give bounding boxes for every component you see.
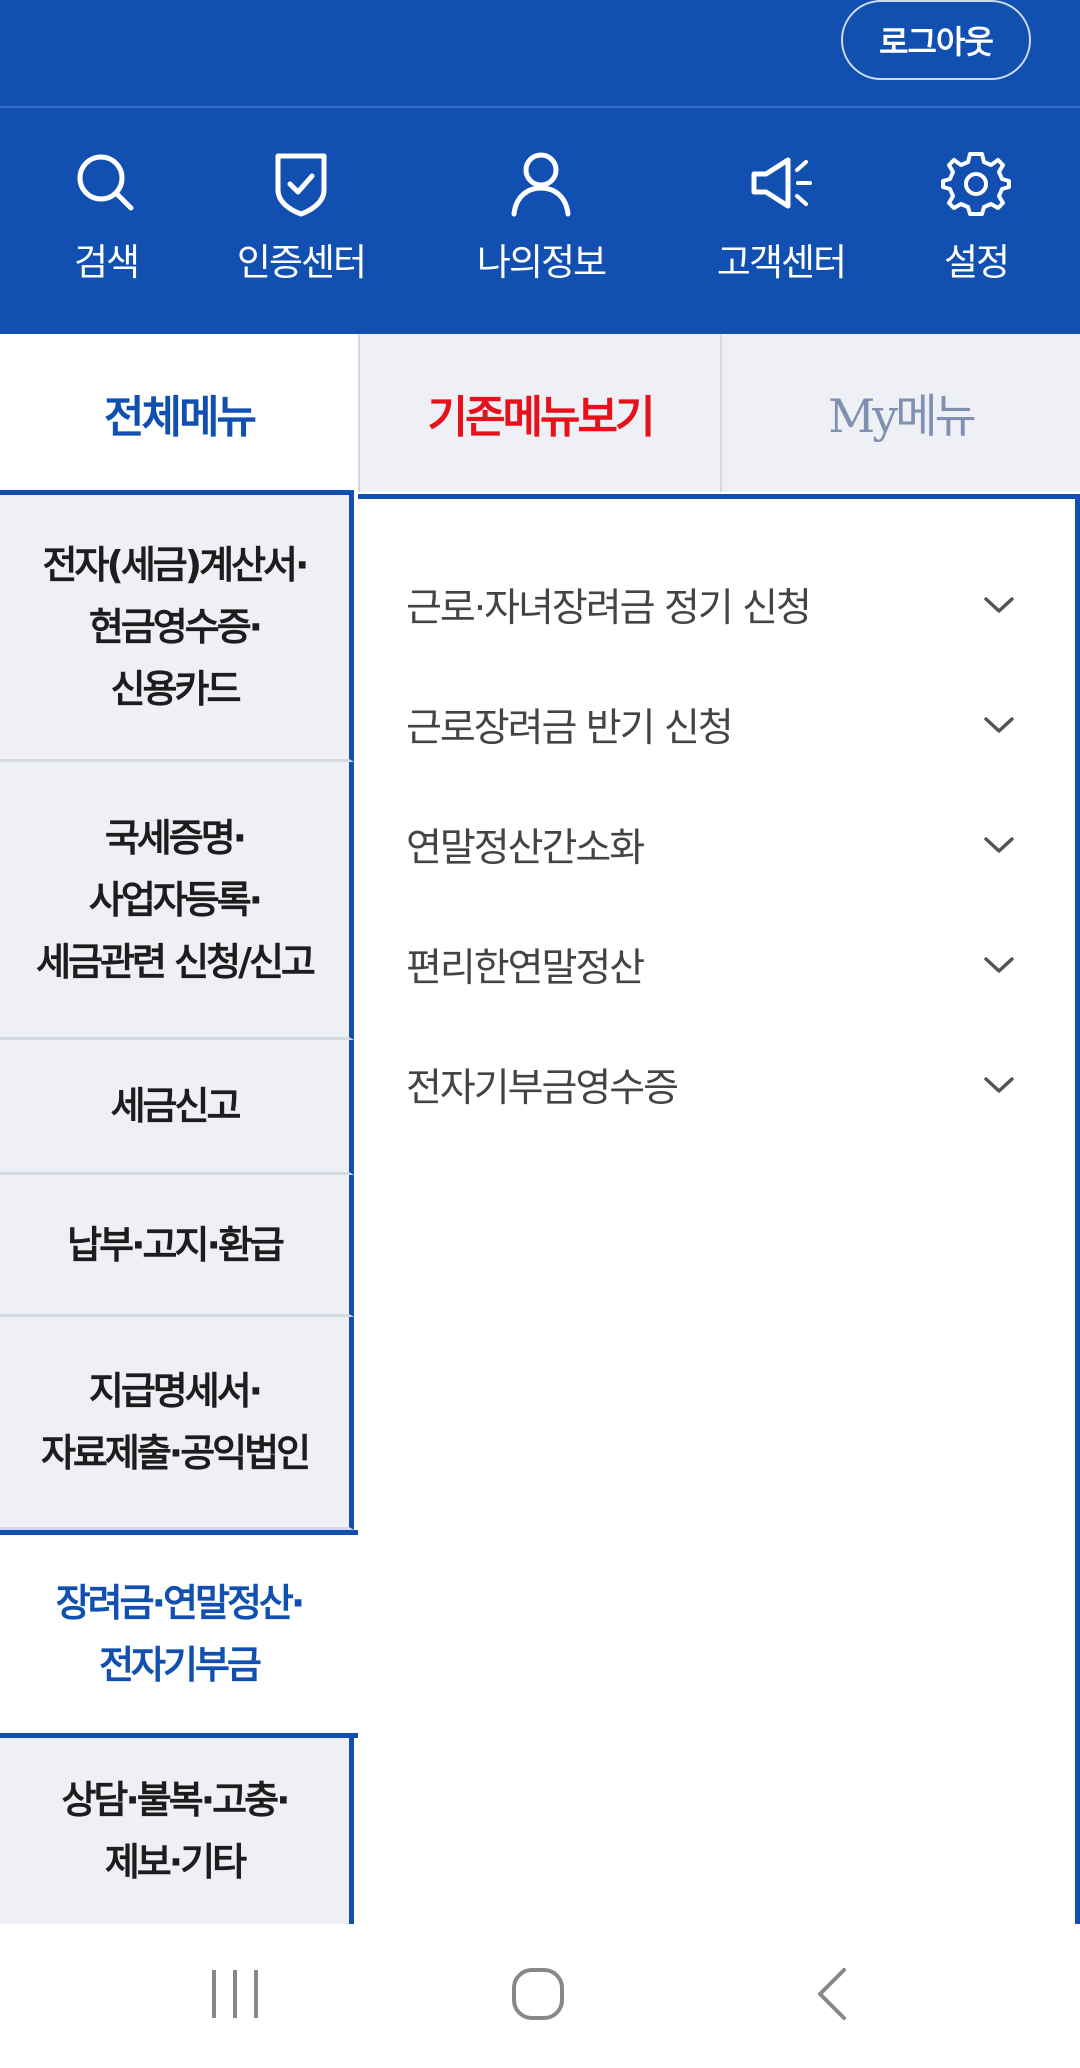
recent-apps-icon[interactable] [208,1962,262,2026]
category-label: 장려금·연말정산· 전자기부금 [55,1581,306,1687]
tab-classic-menu[interactable]: 기존메뉴보기 [360,334,720,492]
submenu-label: 근로장려금 반기 신청 [406,706,734,751]
chevron-down-icon [984,837,1014,853]
category-label: 납부·고지·환급 [67,1222,285,1267]
auth-center-button[interactable]: 인증센터 [226,148,376,286]
submenu-item[interactable]: 전자기부금영수증 [406,1050,1016,1120]
submenu-label: 전자기부금영수증 [406,1066,679,1111]
system-nav-bar [0,1924,1080,2068]
back-icon[interactable] [812,1962,852,2026]
category-item[interactable]: 납부·고지·환급 [0,1175,354,1317]
customer-center-label: 고객센터 [716,241,847,284]
category-item[interactable]: 지급명세서· 자료제출·공익법인 [0,1317,354,1530]
category-label: 상담·불복·고충· 제보·기타 [61,1778,290,1884]
submenu-label: 근로·자녀장려금 정기 신청 [406,586,812,631]
chevron-down-icon [984,717,1014,733]
category-label: 국세증명· 사업자등록· 세금관련 신청/신고 [36,815,316,984]
person-icon [511,152,571,217]
search-button[interactable]: 검색 [54,148,158,286]
megaphone-icon [751,157,812,209]
my-info-label: 나의정보 [476,241,607,284]
home-icon[interactable] [508,1962,568,2026]
top-bar: 로그아웃 [0,0,1080,107]
tab-all-menu[interactable]: 전체메뉴 [0,334,358,492]
submenu-item[interactable]: 편리한연말정산 [406,930,1016,1000]
auth-center-label: 인증센터 [236,241,367,284]
my-info-button[interactable]: 나의정보 [466,148,616,286]
gear-icon [941,152,1011,216]
settings-label: 설정 [943,241,1010,284]
category-item[interactable]: 국세증명· 사업자등록· 세금관련 신청/신고 [0,762,354,1040]
category-item-selected[interactable]: 장려금·연말정산· 전자기부금 [0,1530,358,1738]
search-icon [77,154,134,211]
category-label: 지급명세서· 자료제출·공익법인 [40,1369,311,1475]
menu-tabs: 전체메뉴 기존메뉴보기 My메뉴 [0,334,1080,494]
category-item[interactable]: 상담·불복·고충· 제보·기타 [0,1738,354,1924]
category-label: 전자(세금)계산서· 현금영수증· 신용카드 [42,543,310,711]
customer-center-button[interactable]: 고객센터 [706,148,856,286]
submenu-label: 편리한연말정산 [406,946,645,991]
search-label: 검색 [73,241,140,284]
submenu-item[interactable]: 근로·자녀장려금 정기 신청 [406,570,1016,640]
category-label: 세금신고 [110,1084,242,1128]
submenu-item[interactable]: 근로장려금 반기 신청 [406,690,1016,760]
submenu-panel: 근로·자녀장려금 정기 신청 근로장려금 반기 신청 연말정산간소화 편리한연말… [358,494,1080,1924]
submenu-item[interactable]: 연말정산간소화 [406,810,1016,880]
chevron-down-icon [984,1077,1014,1093]
chevron-down-icon [984,597,1014,613]
tab-my-menu[interactable]: My메뉴 [722,334,1080,492]
settings-button[interactable]: 설정 [926,148,1026,286]
logout-button[interactable]: 로그아웃 [841,0,1031,80]
category-item[interactable]: 세금신고 [0,1040,354,1175]
category-item[interactable]: 전자(세금)계산서· 현금영수증· 신용카드 [0,490,354,762]
icon-bar: 검색 인증센터 나의정보 고객센터 설정 [0,108,1080,334]
shield-check-icon [275,153,327,217]
chevron-down-icon [984,957,1014,973]
submenu-label: 연말정산간소화 [406,826,645,871]
category-list: 전자(세금)계산서· 현금영수증· 신용카드 국세증명· 사업자등록· 세금관련… [0,490,358,1924]
